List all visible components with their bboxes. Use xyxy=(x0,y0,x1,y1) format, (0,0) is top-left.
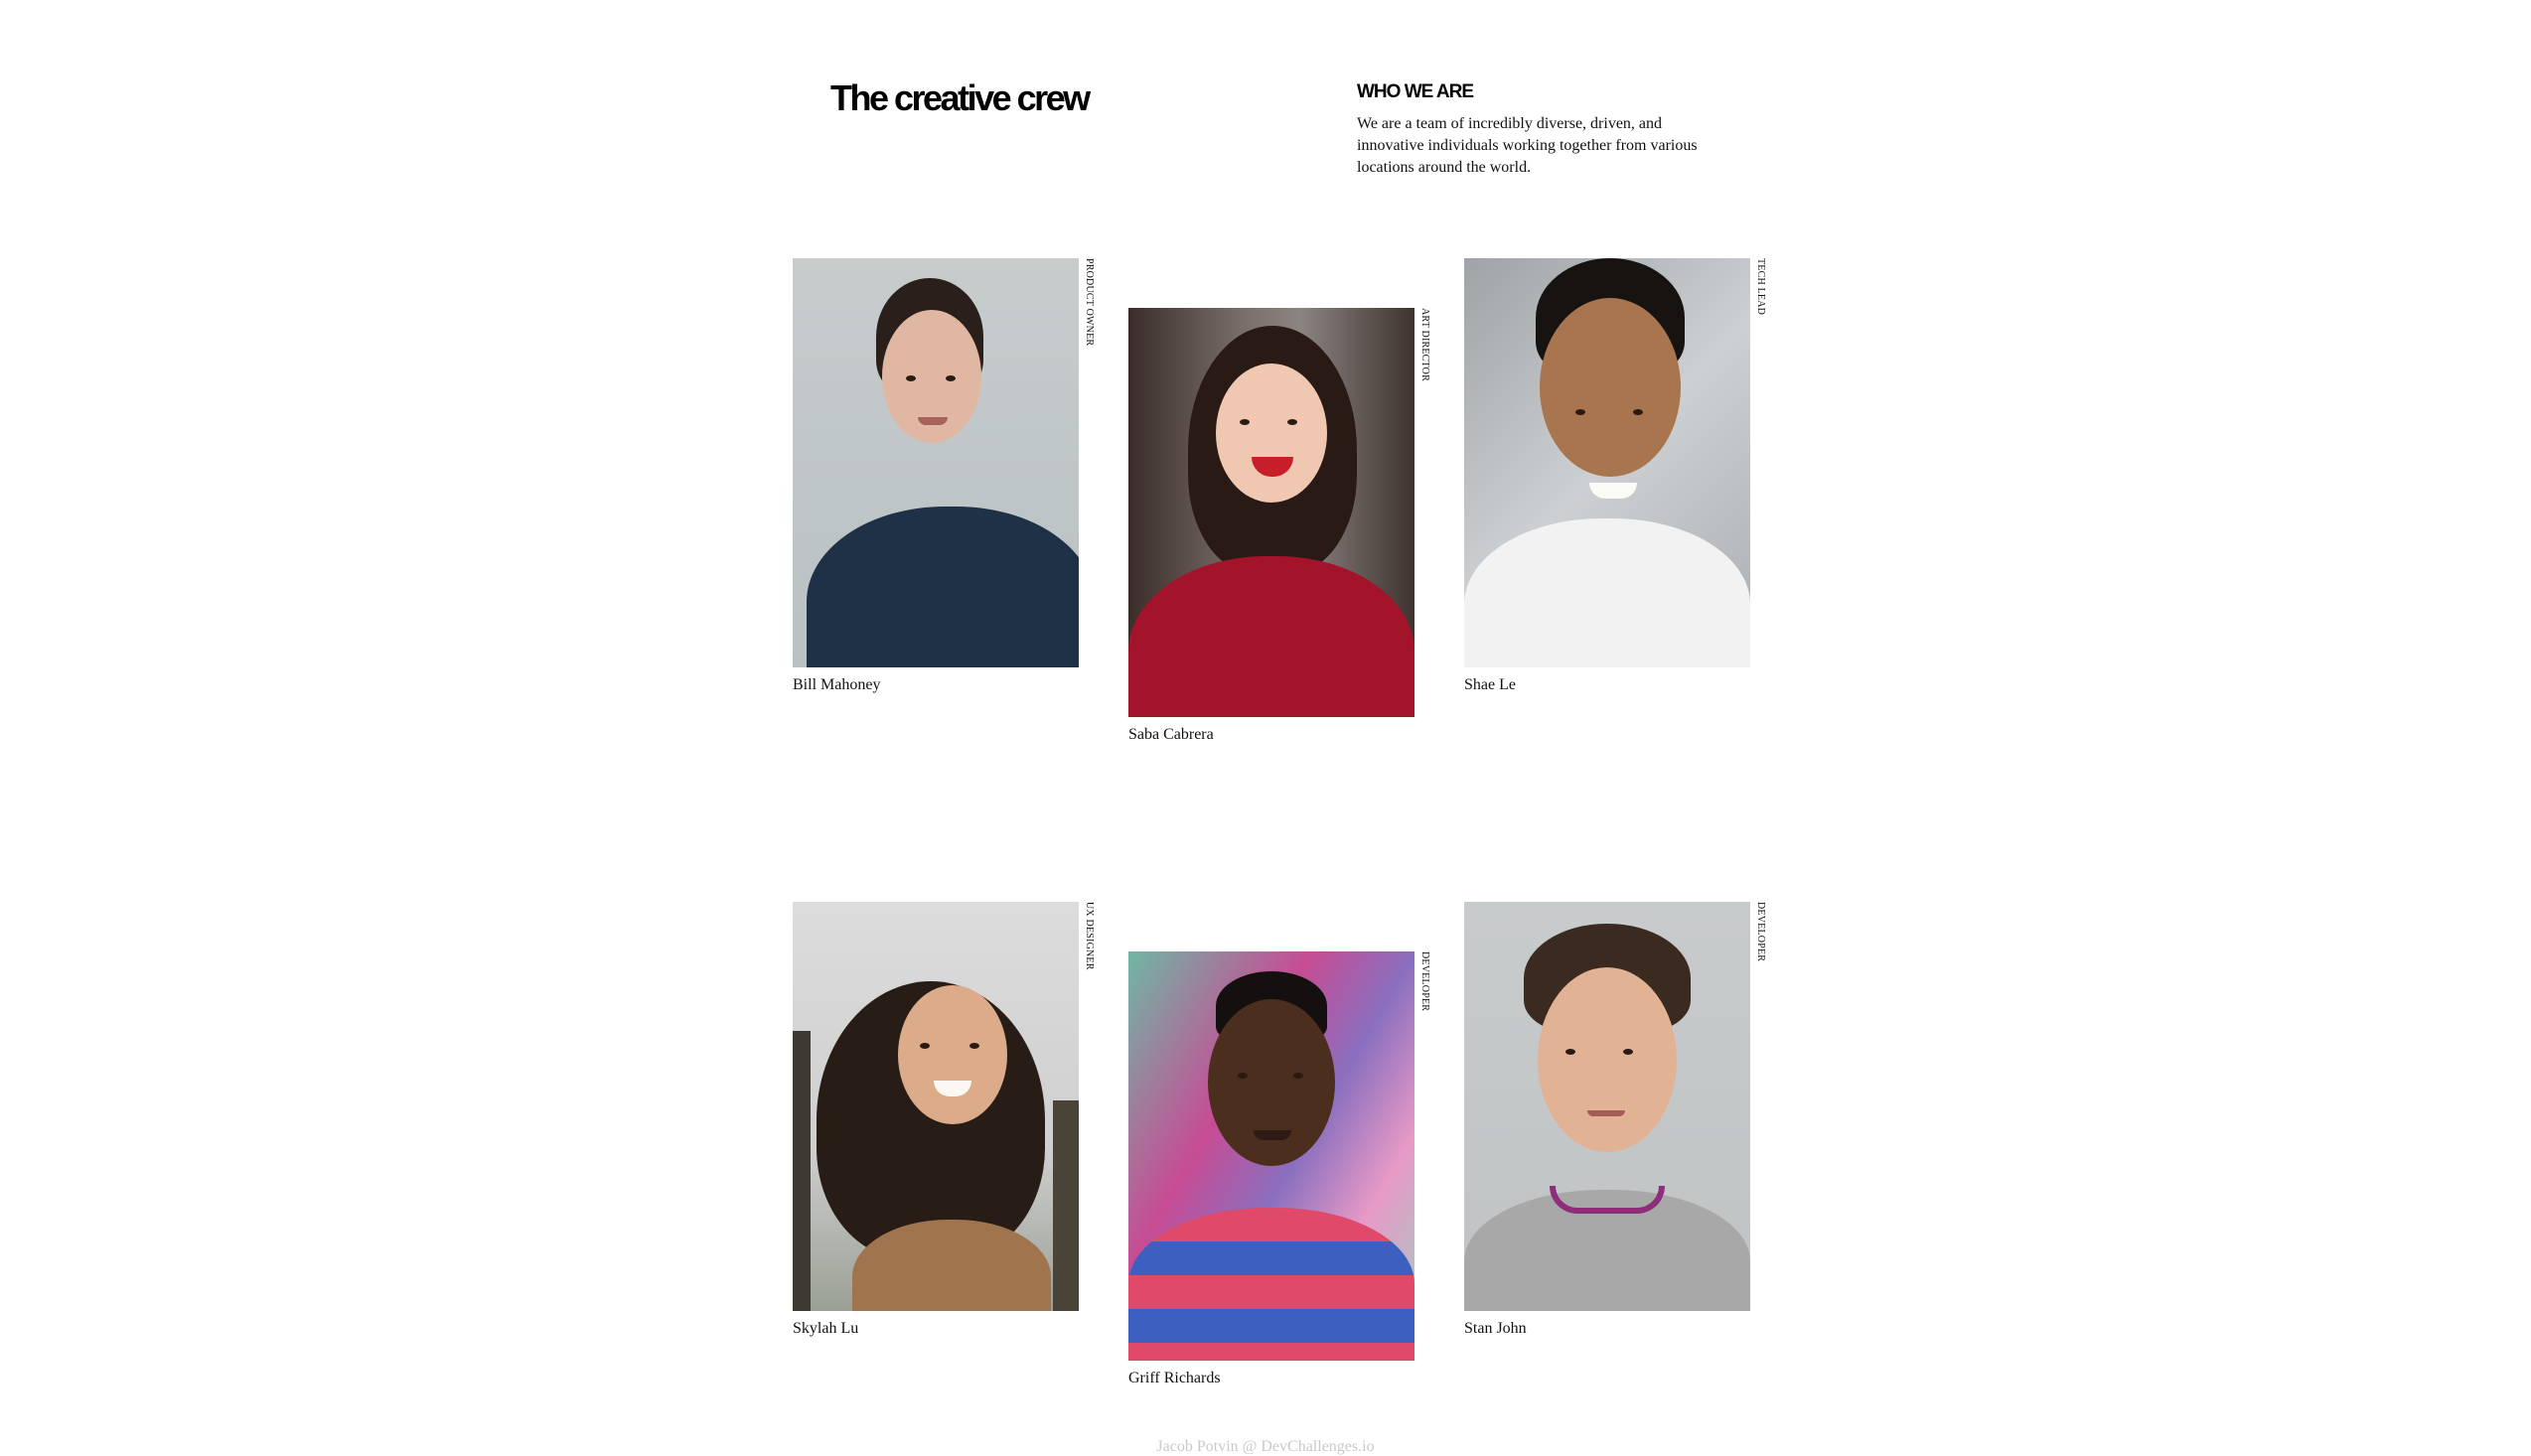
member-card-saba-cabrera: ART DIRECTOR Saba Cabrera xyxy=(1128,308,1430,745)
member-photo xyxy=(793,258,1079,667)
member-name: Saba Cabrera xyxy=(1128,726,1214,743)
member-card-bill-mahoney: PRODUCT OWNER Bill Mahoney xyxy=(793,258,1095,695)
member-role: DEVELOPER xyxy=(1419,951,1430,1012)
member-role: DEVELOPER xyxy=(1755,902,1766,962)
member-photo xyxy=(1464,258,1750,667)
who-we-are-heading: WHO WE ARE xyxy=(1357,81,1474,102)
member-card-shae-le: TECH LEAD Shae Le xyxy=(1464,258,1766,695)
member-name: Shae Le xyxy=(1464,676,1516,693)
member-name: Griff Richards xyxy=(1128,1370,1221,1386)
member-photo xyxy=(1128,308,1414,717)
page-title: The creative crew xyxy=(830,77,1091,118)
member-name: Skylah Lu xyxy=(793,1320,859,1337)
member-role: UX DESIGNER xyxy=(1084,902,1095,970)
member-role: PRODUCT OWNER xyxy=(1084,258,1095,347)
member-card-griff-richards: DEVELOPER Griff Richards xyxy=(1128,951,1430,1388)
member-photo xyxy=(1128,951,1414,1361)
footer-credit: Jacob Potvin @ DevChallenges.io xyxy=(1156,1438,1375,1455)
member-name: Stan John xyxy=(1464,1320,1527,1337)
member-role: TECH LEAD xyxy=(1755,258,1766,316)
member-card-skylah-lu: UX DESIGNER Skylah Lu xyxy=(793,902,1095,1339)
member-card-stan-john: DEVELOPER Stan John xyxy=(1464,902,1766,1339)
member-photo xyxy=(793,902,1079,1311)
member-name: Bill Mahoney xyxy=(793,676,881,693)
who-we-are-text: We are a team of incredibly diverse, dri… xyxy=(1357,115,1698,176)
member-photo xyxy=(1464,902,1750,1311)
member-role: ART DIRECTOR xyxy=(1419,308,1430,381)
